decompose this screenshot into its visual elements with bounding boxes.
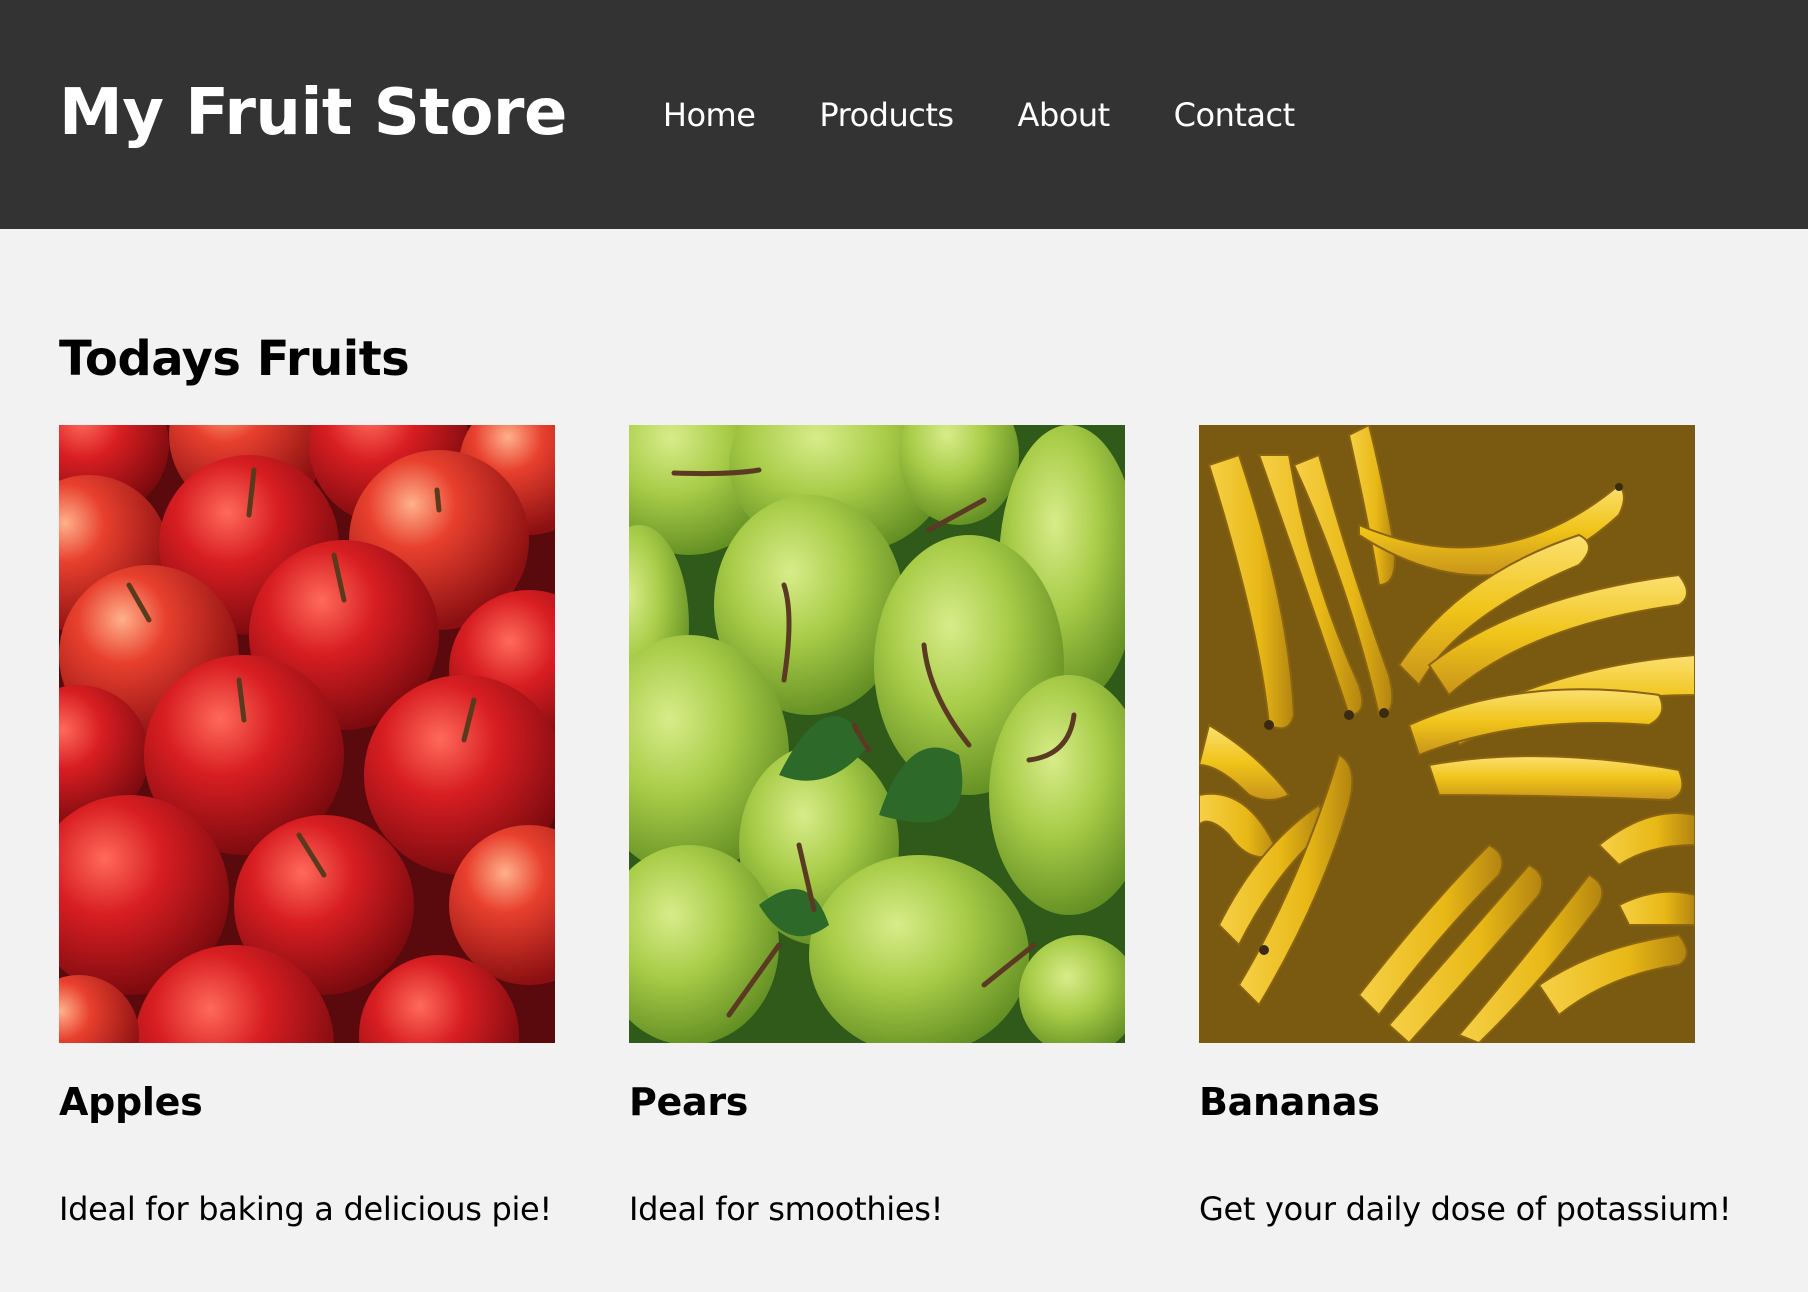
bananas-photo [1199,425,1695,1043]
pears-image [629,425,1125,1043]
bananas-image [1199,425,1695,1043]
pears-photo [629,425,1125,1043]
product-description: Ideal for smoothies! [629,1190,944,1228]
main-content: Todays Fruits Apples Ideal for baking a … [0,335,1808,1225]
nav-about-link[interactable]: About [1018,96,1111,134]
product-card-bananas: Bananas Get your daily dose of potassium… [1199,425,1732,1228]
product-name: Bananas [1199,1080,1380,1124]
main-nav: Home Products About Contact [663,96,1295,134]
apples-photo [59,425,555,1043]
product-card-pears: Pears Ideal for smoothies! [629,425,1125,1225]
product-grid: Apples Ideal for baking a delicious pie! [59,425,1808,1225]
product-description: Ideal for baking a delicious pie! [59,1190,552,1228]
product-card-apples: Apples Ideal for baking a delicious pie! [59,425,555,1225]
product-name: Apples [59,1080,203,1124]
site-header: My Fruit Store Home Products About Conta… [0,0,1808,229]
site-title: My Fruit Store [59,75,567,150]
nav-contact-link[interactable]: Contact [1174,96,1296,134]
product-description: Get your daily dose of potassium! [1199,1190,1732,1228]
apples-image [59,425,555,1043]
section-title: Todays Fruits [59,331,410,387]
nav-products-link[interactable]: Products [819,96,954,134]
product-name: Pears [629,1080,749,1124]
nav-home-link[interactable]: Home [663,96,756,134]
